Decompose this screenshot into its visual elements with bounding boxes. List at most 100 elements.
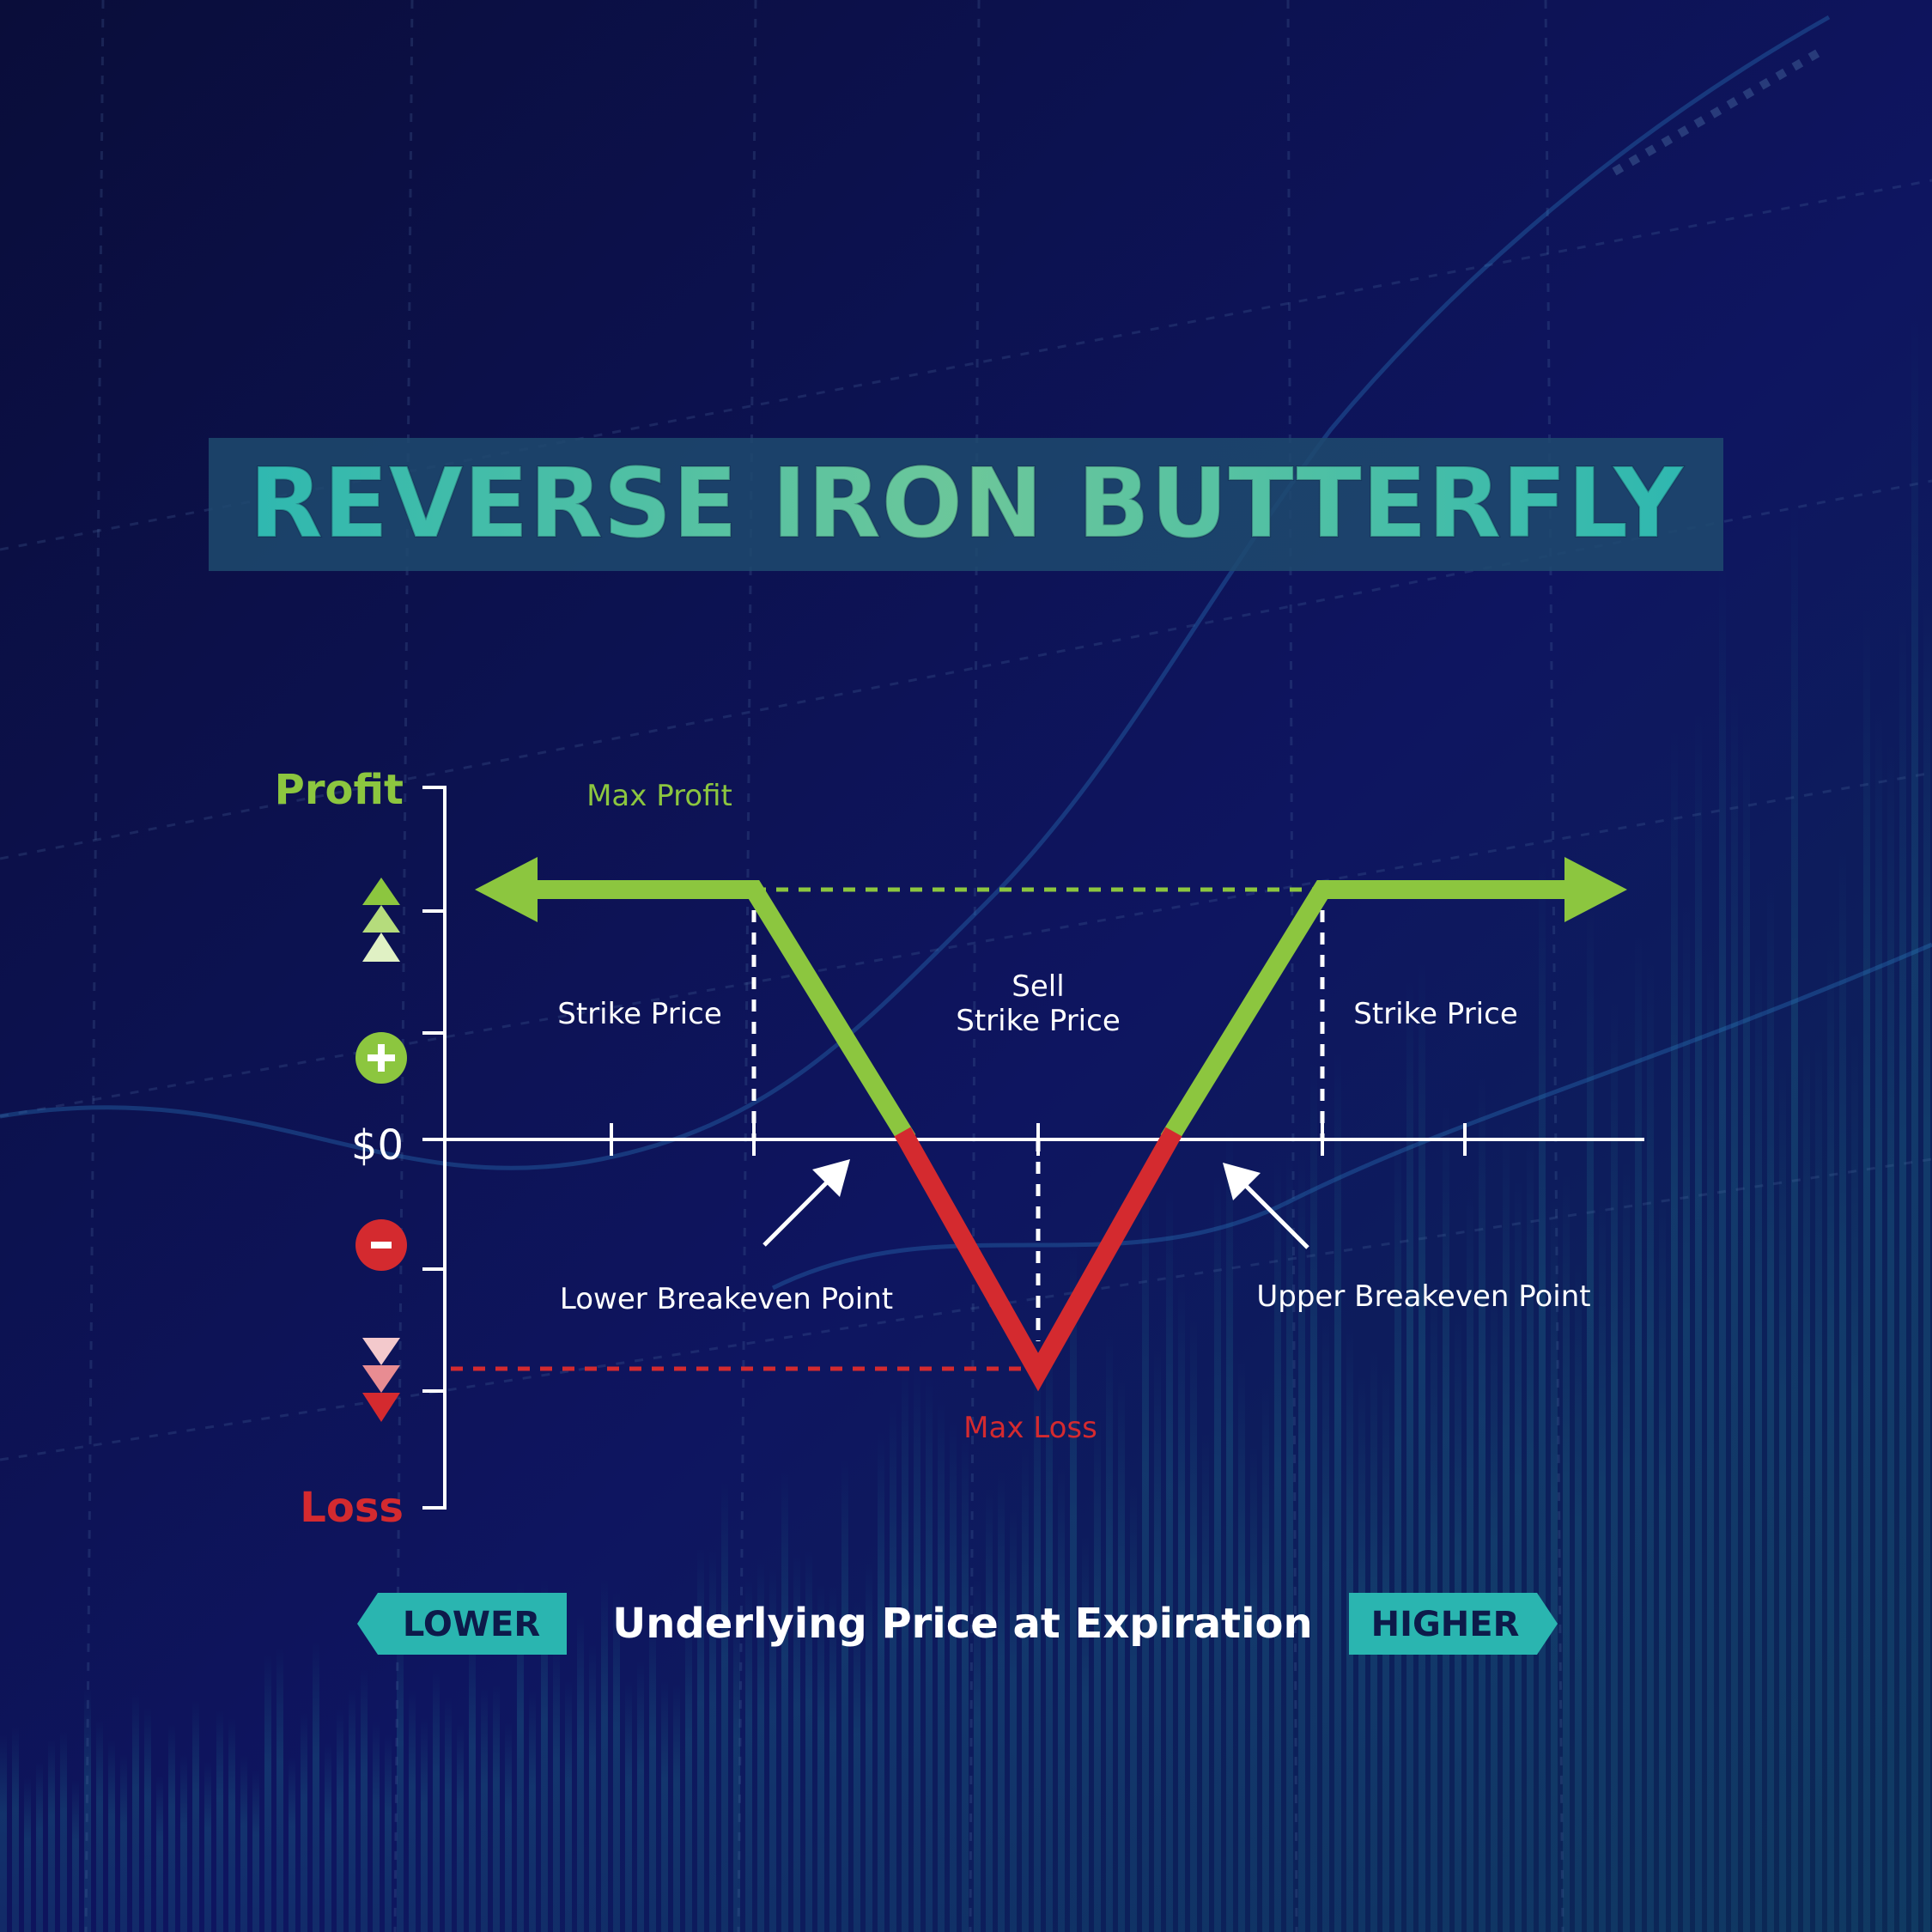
background-bar (950, 1420, 957, 1932)
background-bar (1503, 1121, 1510, 1932)
background-bar (1022, 1448, 1029, 1932)
background-bar (96, 1718, 103, 1932)
background-bar (1406, 979, 1413, 1932)
background-bar (240, 1755, 247, 1932)
background-bar (938, 1399, 945, 1932)
lower-label: LOWER (403, 1605, 540, 1644)
background-bar (1923, 589, 1930, 1932)
background-bar (373, 1721, 380, 1932)
background-bar (1166, 1188, 1173, 1932)
background-bar (1623, 1160, 1630, 1932)
background-bar (1659, 1193, 1666, 1932)
background-bar (1875, 710, 1882, 1932)
background-bar (1887, 744, 1894, 1932)
background-bar (890, 1400, 896, 1932)
background-bar (637, 1661, 644, 1932)
background-bar (914, 1367, 920, 1932)
background-bar (457, 1722, 464, 1932)
background-bar (1250, 1444, 1257, 1932)
background-bar (1599, 1191, 1606, 1932)
background-bar (1443, 1104, 1449, 1932)
background-bar (553, 1644, 560, 1932)
infographic: REVERSE IRON BUTTERFLY Profit Loss $0 Ma… (0, 0, 1932, 1932)
background-bar (1419, 961, 1425, 1932)
background-bar (493, 1682, 500, 1932)
background-bar (108, 1739, 115, 1932)
background-bar (986, 1488, 993, 1932)
strike-price-right-label: Strike Price (1353, 997, 1517, 1031)
lower-breakeven-label: Lower Breakeven Point (560, 1282, 893, 1316)
background-bar (1274, 1157, 1281, 1932)
background-bar (276, 1648, 283, 1932)
background-bar (1647, 961, 1654, 1932)
x-axis-label: Underlying Price at Expiration (612, 1600, 1312, 1648)
background-bar (12, 1725, 19, 1932)
loss-label: Loss (300, 1484, 404, 1532)
background-bar (1094, 1415, 1101, 1932)
background-bar (1695, 713, 1702, 1932)
background-bar (529, 1691, 536, 1932)
background-bar (1394, 1126, 1401, 1932)
background-bar (264, 1655, 271, 1932)
background-bar (1911, 317, 1918, 1932)
background-bar (469, 1623, 476, 1932)
background-bar (192, 1699, 199, 1932)
background-bar (1683, 903, 1690, 1932)
sell-label: Sell (1012, 969, 1064, 1004)
background-bar (601, 1576, 608, 1932)
background-bar (204, 1761, 211, 1932)
background-bar (1334, 1050, 1341, 1932)
lower-badge: LOWER (357, 1593, 567, 1655)
upper-breakeven-label: Upper Breakeven Point (1256, 1279, 1590, 1314)
background-bar (313, 1642, 319, 1932)
background-bar (1539, 860, 1546, 1932)
background-bar (156, 1776, 163, 1932)
background-bar (337, 1709, 343, 1932)
background-bar (1298, 1155, 1305, 1932)
sell-strike-price-label: Strike Price (956, 1004, 1120, 1038)
background-bar (1803, 1034, 1810, 1932)
background-bar (733, 1606, 740, 1932)
background-bar (168, 1723, 175, 1932)
background-bar (0, 1733, 7, 1932)
background-bar (1286, 1150, 1293, 1932)
background-bar (505, 1722, 512, 1932)
background-bar (1635, 935, 1642, 1932)
background-bar (1791, 501, 1798, 1932)
background-bar (1058, 1466, 1065, 1932)
background-bar (36, 1761, 43, 1932)
background-bar (1070, 1240, 1077, 1932)
background-bar (902, 1364, 908, 1932)
background-bar (1587, 899, 1594, 1932)
background-bar (673, 1683, 680, 1932)
strike-price-left-label: Strike Price (557, 997, 721, 1031)
background-bar (433, 1668, 440, 1932)
background-bar (1479, 1075, 1485, 1932)
background-bar (24, 1777, 31, 1932)
background-bar (1851, 1031, 1858, 1932)
background-bar (216, 1710, 223, 1932)
background-bar (325, 1741, 331, 1932)
background-bar (1226, 1126, 1233, 1932)
background-bar (289, 1756, 295, 1932)
background-bar (1118, 1373, 1125, 1932)
background-bar (649, 1613, 656, 1932)
background-bar (781, 1471, 788, 1932)
minus-circle-icon (355, 1219, 407, 1271)
background-bar (120, 1753, 127, 1932)
background-bar (1899, 609, 1906, 1932)
max-loss-label: Max Loss (963, 1411, 1097, 1445)
background-bar (1202, 1433, 1209, 1932)
higher-badge: HIGHER (1349, 1593, 1558, 1655)
plus-circle-icon (355, 1032, 407, 1084)
background-bar (1743, 720, 1750, 1932)
background-bar (252, 1770, 259, 1932)
background-bar (625, 1680, 632, 1932)
background-bar (48, 1738, 55, 1932)
background-bar (481, 1685, 488, 1932)
background-bar (1719, 562, 1726, 1932)
canvas: REVERSE IRON BUTTERFLY Profit Loss $0 Ma… (0, 0, 1932, 1932)
background-bar (228, 1717, 235, 1932)
background-bar (878, 1431, 884, 1932)
background-bar (1082, 1536, 1089, 1932)
